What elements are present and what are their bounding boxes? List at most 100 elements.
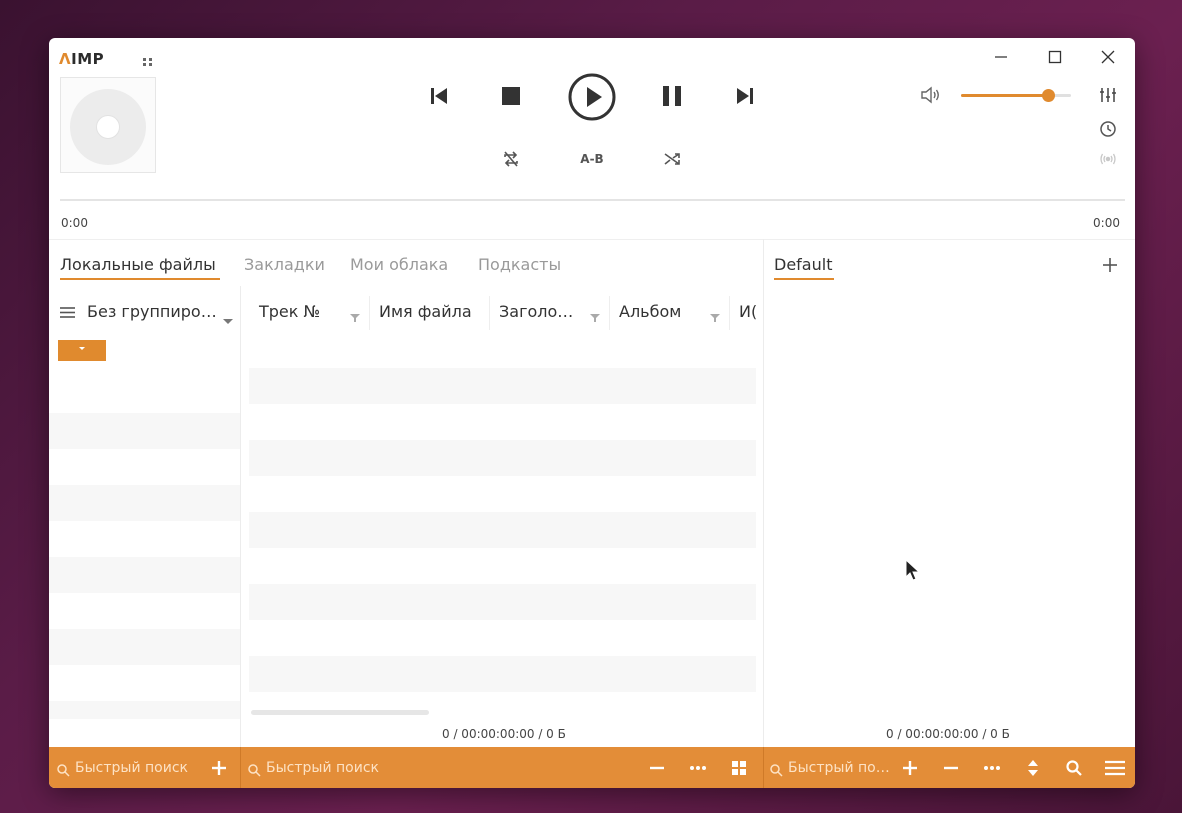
divider bbox=[369, 296, 370, 330]
magnifier-icon bbox=[1066, 760, 1082, 776]
list-item bbox=[49, 557, 240, 593]
playlist-more-button[interactable] bbox=[981, 757, 1003, 779]
stop-icon bbox=[502, 87, 520, 105]
speaker-icon bbox=[921, 86, 939, 104]
equalizer-button[interactable] bbox=[1096, 84, 1120, 106]
volume-slider-handle[interactable] bbox=[1042, 89, 1055, 102]
filter-icon[interactable] bbox=[590, 308, 600, 322]
volume-slider-fill bbox=[961, 94, 1049, 97]
repeat-off-icon bbox=[504, 151, 518, 167]
main-menu-button[interactable] bbox=[1104, 757, 1126, 779]
table-row bbox=[249, 656, 756, 692]
play-button[interactable] bbox=[566, 71, 618, 123]
time-elapsed: 0:00 bbox=[61, 216, 88, 230]
list-item bbox=[49, 701, 240, 719]
filter-icon[interactable] bbox=[710, 308, 720, 322]
next-button[interactable] bbox=[730, 82, 760, 110]
plus-icon bbox=[903, 761, 917, 775]
divider bbox=[240, 747, 241, 788]
tab-podcasts[interactable]: Подкасты bbox=[478, 255, 561, 274]
groups-search-input[interactable]: Быстрый поиск bbox=[75, 760, 188, 776]
divider bbox=[763, 747, 764, 788]
divider bbox=[489, 296, 490, 330]
album-cover bbox=[60, 77, 156, 173]
group-tree-node[interactable] bbox=[58, 340, 106, 361]
playlist-tab-default[interactable]: Default bbox=[774, 255, 832, 274]
tab-local-files[interactable]: Локальные файлы bbox=[60, 255, 216, 274]
add-playlist-button[interactable] bbox=[1099, 254, 1121, 276]
column-header-filename[interactable]: Имя файла bbox=[379, 302, 472, 321]
playlist-search-input[interactable]: Быстрый по… bbox=[788, 760, 890, 776]
minimize-icon bbox=[995, 56, 1007, 58]
library-status: 0 / 00:00:00:00 / 0 Б bbox=[442, 727, 566, 741]
playlist-status: 0 / 00:00:00:00 / 0 Б bbox=[886, 727, 1010, 741]
shuffle-icon bbox=[664, 153, 680, 165]
menu-grip-icon[interactable] bbox=[142, 53, 154, 66]
hamburger-icon[interactable] bbox=[59, 304, 75, 320]
equalizer-icon bbox=[1100, 88, 1116, 102]
plus-icon bbox=[1103, 258, 1117, 272]
playlist-tab-indicator bbox=[774, 278, 834, 280]
divider bbox=[763, 239, 764, 747]
aimp-window: ΛIMP A-B 0:00 0:00 Локальные файлы Закла… bbox=[49, 38, 1135, 788]
tab-bookmarks[interactable]: Закладки bbox=[244, 255, 325, 274]
close-icon bbox=[1101, 50, 1115, 64]
more-options-button[interactable] bbox=[687, 757, 709, 779]
ab-repeat-button[interactable]: A-B bbox=[575, 150, 609, 168]
search-icon bbox=[770, 762, 783, 781]
tab-active-indicator bbox=[60, 278, 220, 280]
divider bbox=[49, 239, 1135, 240]
close-button[interactable] bbox=[1091, 44, 1125, 70]
mouse-cursor-icon bbox=[905, 558, 921, 587]
column-header-truncated[interactable]: И( bbox=[739, 294, 757, 328]
view-mode-button[interactable] bbox=[728, 757, 750, 779]
volume-button[interactable] bbox=[919, 84, 943, 106]
grid-icon bbox=[732, 761, 746, 775]
pause-button[interactable] bbox=[657, 82, 687, 110]
minus-icon bbox=[944, 766, 958, 770]
table-row bbox=[249, 512, 756, 548]
disc-icon bbox=[70, 89, 146, 165]
column-header-track-number[interactable]: Трек № bbox=[259, 302, 320, 321]
add-folder-button[interactable] bbox=[208, 757, 230, 779]
chevron-down-icon[interactable] bbox=[223, 310, 233, 329]
shuffle-button[interactable] bbox=[660, 148, 684, 170]
repeat-button[interactable] bbox=[499, 148, 523, 170]
app-logo: ΛIMP bbox=[59, 50, 105, 68]
column-header-album[interactable]: Альбом bbox=[619, 302, 681, 321]
tab-my-clouds[interactable]: Мои облака bbox=[350, 255, 448, 274]
horizontal-scrollbar[interactable] bbox=[251, 710, 429, 715]
minimize-button[interactable] bbox=[984, 44, 1018, 70]
tracks-search-input[interactable]: Быстрый поиск bbox=[266, 760, 379, 776]
column-header-title[interactable]: Заголо… bbox=[499, 302, 573, 321]
more-dots-icon bbox=[690, 766, 706, 770]
clock-icon bbox=[1100, 121, 1116, 137]
sort-button[interactable] bbox=[1022, 757, 1044, 779]
list-item bbox=[49, 629, 240, 665]
seek-bar[interactable] bbox=[60, 199, 1125, 201]
maximize-button[interactable] bbox=[1038, 44, 1072, 70]
scheduler-button[interactable] bbox=[1096, 118, 1120, 140]
remove-files-button[interactable] bbox=[940, 757, 962, 779]
plus-icon bbox=[212, 761, 226, 775]
search-button[interactable] bbox=[1063, 757, 1085, 779]
filter-icon[interactable] bbox=[350, 308, 360, 322]
add-files-button[interactable] bbox=[899, 757, 921, 779]
grouping-select[interactable]: Без группиро… bbox=[87, 302, 217, 321]
maximize-icon bbox=[1048, 50, 1062, 64]
table-row bbox=[249, 440, 756, 476]
remove-button[interactable] bbox=[646, 757, 668, 779]
play-icon bbox=[568, 73, 616, 121]
radio-broadcast-button[interactable] bbox=[1096, 148, 1120, 170]
broadcast-icon bbox=[1100, 153, 1116, 165]
sort-icon bbox=[1028, 760, 1038, 776]
hamburger-icon bbox=[1105, 760, 1125, 776]
list-item bbox=[49, 413, 240, 449]
pause-icon bbox=[663, 86, 681, 106]
list-item bbox=[49, 485, 240, 521]
minus-icon bbox=[650, 766, 664, 770]
previous-button[interactable] bbox=[424, 82, 454, 110]
stop-button[interactable] bbox=[496, 82, 526, 110]
divider bbox=[609, 296, 610, 330]
skip-previous-icon bbox=[431, 88, 447, 104]
